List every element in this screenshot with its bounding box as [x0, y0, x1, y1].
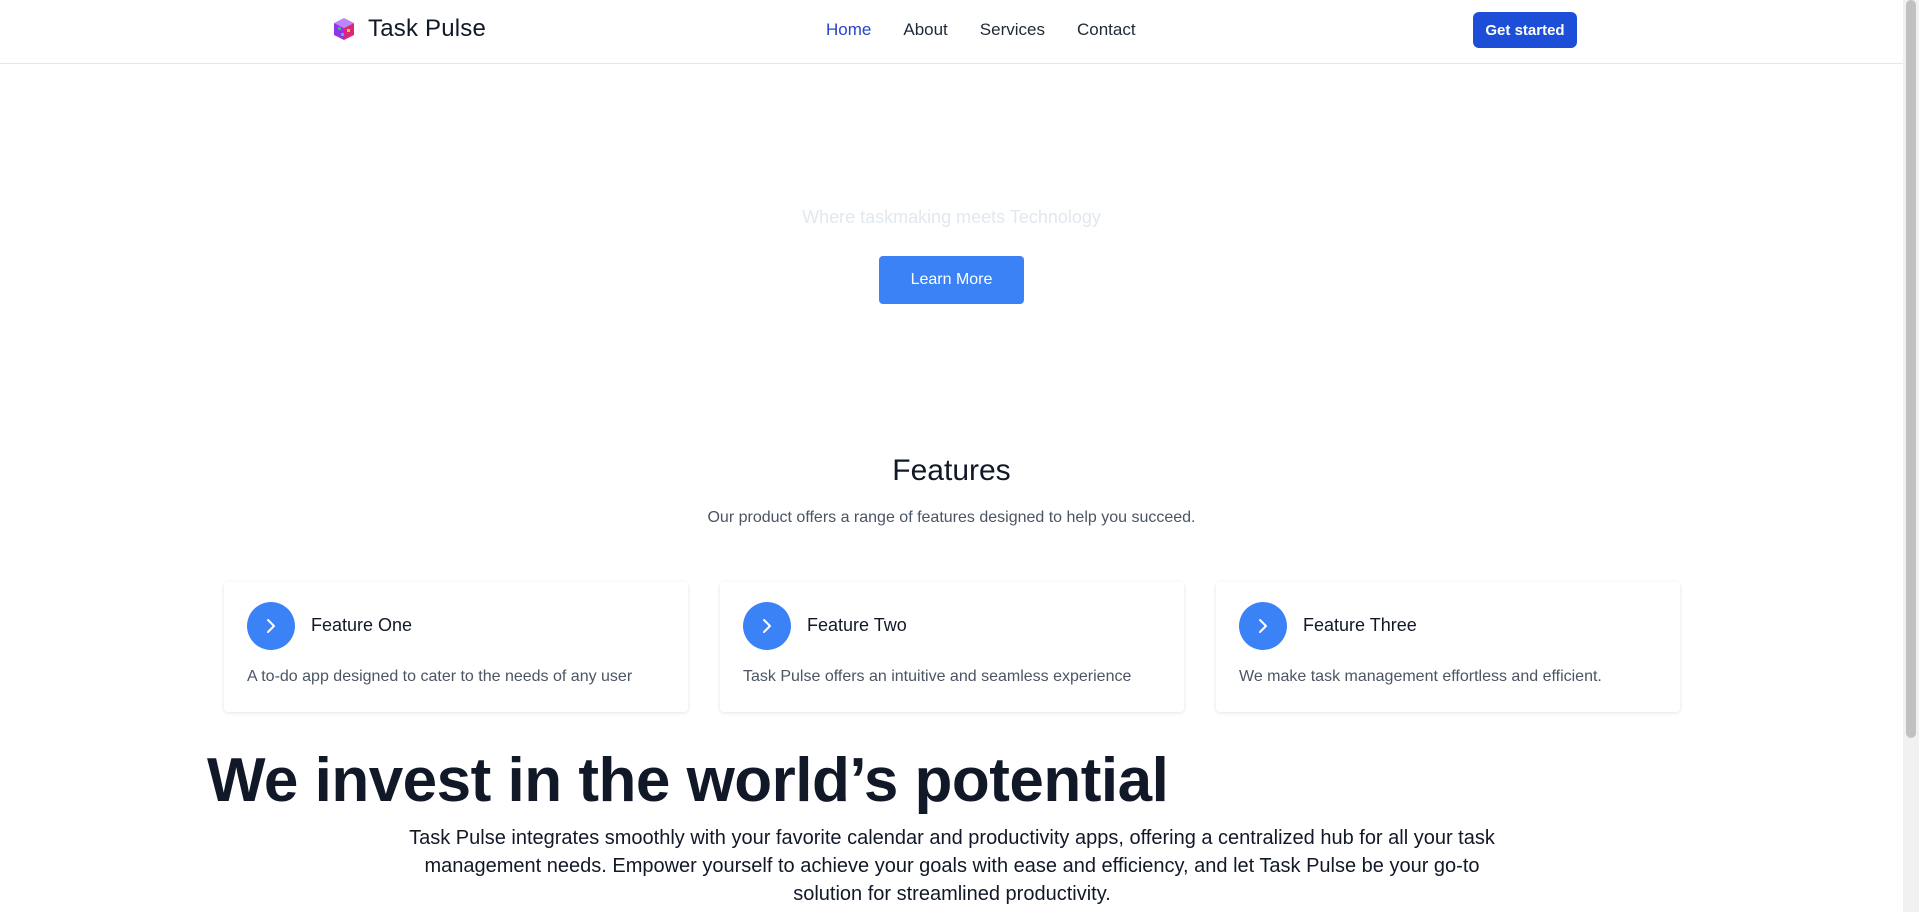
features-title: Features: [892, 454, 1011, 487]
nav-about[interactable]: About: [903, 20, 947, 40]
invest-body: Task Pulse integrates smoothly with your…: [409, 827, 1495, 905]
site-header: Task Pulse Home About Services Contact G…: [0, 0, 1903, 64]
invest-title: We invest in the world’s potential: [207, 746, 1169, 815]
chevron-right-icon: [743, 602, 791, 650]
feature-card-two: Feature Two Task Pulse offers an intuiti…: [720, 582, 1184, 712]
page-scrollbar[interactable]: [1903, 0, 1919, 912]
feature-title: Feature One: [311, 615, 413, 635]
feature-description: We make task management effortless and e…: [1239, 668, 1602, 685]
feature-title: Feature Three: [1303, 615, 1417, 635]
nav-home[interactable]: Home: [826, 20, 871, 40]
get-started-button[interactable]: Get started: [1473, 12, 1577, 48]
feature-card-one: Feature One A to-do app designed to cate…: [224, 582, 688, 712]
scrollbar-thumb[interactable]: [1906, 0, 1916, 738]
nav-contact[interactable]: Contact: [1077, 20, 1136, 40]
chevron-right-icon: [1239, 602, 1287, 650]
cube-logo-icon: [334, 18, 354, 40]
feature-card-three: Feature Three We make task management ef…: [1216, 582, 1680, 712]
feature-title: Feature Two: [807, 615, 907, 635]
main-nav: Home About Services Contact: [826, 20, 1136, 40]
hero-tagline: Where taskmaking meets Technology: [802, 207, 1101, 227]
chevron-right-icon: [247, 602, 295, 650]
learn-more-button[interactable]: Learn More: [879, 256, 1024, 304]
feature-description: A to-do app designed to cater to the nee…: [247, 668, 633, 685]
page: Task Pulse Home About Services Contact G…: [0, 0, 1919, 912]
feature-description: Task Pulse offers an intuitive and seaml…: [743, 668, 1132, 685]
brand-name: Task Pulse: [368, 15, 487, 42]
features-subtitle: Our product offers a range of features d…: [707, 509, 1196, 526]
nav-services[interactable]: Services: [980, 20, 1045, 40]
brand-link[interactable]: Task Pulse: [330, 15, 486, 43]
